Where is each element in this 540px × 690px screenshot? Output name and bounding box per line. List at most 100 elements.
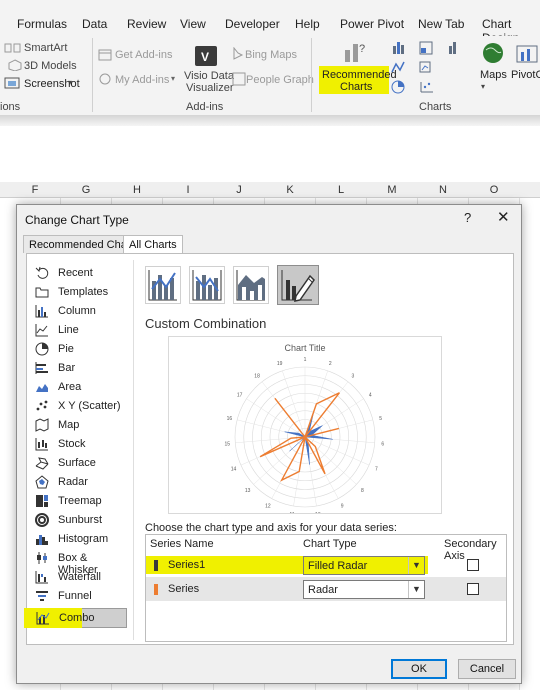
category-surface[interactable]: Surface xyxy=(33,454,127,473)
chart-type-gallery-icon[interactable] xyxy=(391,40,471,94)
smartart-button[interactable]: SmartArt xyxy=(24,42,67,54)
category-treemap[interactable]: Treemap xyxy=(33,492,127,511)
category-pie[interactable]: Pie xyxy=(33,340,127,359)
category-map[interactable]: Map xyxy=(33,416,127,435)
recommended-charts-icon: ? xyxy=(345,43,365,62)
combo-clustered-column-line-option[interactable] xyxy=(145,266,181,304)
surface-chart-icon xyxy=(35,457,49,470)
category-box-whisker[interactable]: Box & Whisker xyxy=(33,549,127,576)
visio-icon: V xyxy=(195,46,217,66)
tab-power-pivot[interactable]: Power Pivot xyxy=(340,17,404,31)
column-header[interactable]: J xyxy=(229,184,249,196)
column-header[interactable]: O xyxy=(484,184,504,196)
addins-icon xyxy=(99,73,111,85)
category-templates[interactable]: Templates xyxy=(33,283,127,302)
get-addins-button[interactable]: Get Add-ins xyxy=(115,49,172,61)
tab-formulas[interactable]: Formulas xyxy=(17,17,67,31)
category-histogram[interactable]: Histogram xyxy=(33,530,127,549)
category-radar[interactable]: Radar xyxy=(33,473,127,492)
group-divider xyxy=(311,38,312,112)
category-label: 9 xyxy=(341,504,344,510)
category-area[interactable]: Area xyxy=(33,378,127,397)
chevron-down-icon[interactable]: ▼ xyxy=(408,557,424,574)
pivotchart-button[interactable]: PivotC xyxy=(511,69,540,81)
chevron-down-icon[interactable]: ▼ xyxy=(408,581,424,598)
category-label: 14 xyxy=(231,466,237,472)
tab-data[interactable]: Data xyxy=(82,17,107,31)
category-label: Combo xyxy=(59,612,95,624)
combo-custom-combination-option[interactable] xyxy=(277,265,319,305)
tab-new-tab[interactable]: New Tab xyxy=(418,17,464,31)
tab-view[interactable]: View xyxy=(180,17,206,31)
bing-maps-icon xyxy=(233,47,244,60)
category-recent[interactable]: Recent xyxy=(33,264,127,283)
tab-review[interactable]: Review xyxy=(127,17,166,31)
tab-developer[interactable]: Developer xyxy=(225,17,280,31)
chevron-down-icon[interactable]: ▾ xyxy=(171,74,175,83)
chart-type-select[interactable]: Filled Radar ▼ xyxy=(303,556,425,575)
category-label: 6 xyxy=(381,441,384,447)
chevron-down-icon[interactable]: ▾ xyxy=(481,82,485,91)
category-label: 11 xyxy=(290,512,295,513)
category-label: 10 xyxy=(315,512,321,513)
cancel-button[interactable]: Cancel xyxy=(458,659,516,679)
series-name: Series1 xyxy=(168,559,206,571)
category-label: 1 xyxy=(304,357,307,363)
pie-chart-icon xyxy=(35,342,49,356)
category-combo[interactable]: Combo xyxy=(24,608,127,628)
secondary-axis-checkbox[interactable] xyxy=(467,583,479,595)
category-label: 8 xyxy=(361,488,364,494)
scatter-chart-icon xyxy=(36,400,48,411)
category-sunburst[interactable]: Sunburst xyxy=(33,511,127,530)
area-chart-icon xyxy=(36,384,48,392)
category-label: 3 xyxy=(352,373,355,379)
combo-column-line-secondary-option[interactable] xyxy=(189,266,225,304)
combo-chart-icon xyxy=(36,612,50,625)
chart-type-value: Filled Radar xyxy=(308,560,368,572)
category-funnel[interactable]: Funnel xyxy=(33,587,127,606)
category-bar[interactable]: Bar xyxy=(33,359,127,378)
category-stock[interactable]: Stock xyxy=(33,435,127,454)
svg-text:?: ? xyxy=(359,43,365,55)
chart-preview: Chart Title12345678910111213141516171819 xyxy=(168,336,442,518)
category-xy-scatter[interactable]: X Y (Scatter) xyxy=(33,397,127,416)
help-button[interactable]: ? xyxy=(464,210,471,225)
chart-type-select[interactable]: Radar ▼ xyxy=(303,580,425,599)
category-line[interactable]: Line xyxy=(33,321,127,340)
column-header[interactable]: H xyxy=(127,184,147,196)
close-button[interactable]: ✕ xyxy=(497,208,510,226)
tab-help[interactable]: Help xyxy=(295,17,320,31)
bing-maps-button[interactable]: Bing Maps xyxy=(245,49,297,61)
column-header[interactable]: M xyxy=(382,184,402,196)
people-graph-button[interactable]: People Graph xyxy=(246,74,314,86)
combo-stacked-area-column-option[interactable] xyxy=(233,266,269,304)
bar-chart-icon xyxy=(35,362,48,374)
series-prompt: Choose the chart type and axis for your … xyxy=(145,522,397,534)
category-column[interactable]: Column xyxy=(33,302,127,321)
category-waterfall[interactable]: Waterfall xyxy=(33,568,127,587)
my-addins-button[interactable]: My Add-ins xyxy=(115,74,169,86)
column-header[interactable]: F xyxy=(25,184,45,196)
undo-icon xyxy=(35,266,49,279)
category-label: Column xyxy=(58,305,96,317)
recommended-charts-button[interactable]: Recommended xyxy=(322,69,397,81)
folder-icon xyxy=(35,287,49,298)
column-header[interactable]: I xyxy=(178,184,198,196)
tab-all-charts[interactable]: All Charts xyxy=(123,235,183,254)
column-header[interactable]: L xyxy=(331,184,351,196)
sunburst-chart-icon xyxy=(35,513,49,527)
column-header[interactable]: K xyxy=(280,184,300,196)
category-label: 19 xyxy=(277,361,283,367)
column-header[interactable]: G xyxy=(76,184,96,196)
secondary-axis-checkbox[interactable] xyxy=(467,559,479,571)
ok-button[interactable]: OK xyxy=(391,659,447,679)
category-label: Radar xyxy=(58,476,88,488)
maps-button[interactable]: Maps xyxy=(480,69,507,81)
screenshot-icon xyxy=(4,77,20,89)
3d-models-button[interactable]: 3D Models xyxy=(24,60,77,72)
custom-combination-icon xyxy=(281,270,315,302)
series-row: Series Radar ▼ xyxy=(146,577,506,601)
chevron-down-icon[interactable]: ▾ xyxy=(68,78,72,87)
visio-data-visualizer-button[interactable]: Visio Data xyxy=(184,70,234,82)
column-header[interactable]: N xyxy=(433,184,453,196)
